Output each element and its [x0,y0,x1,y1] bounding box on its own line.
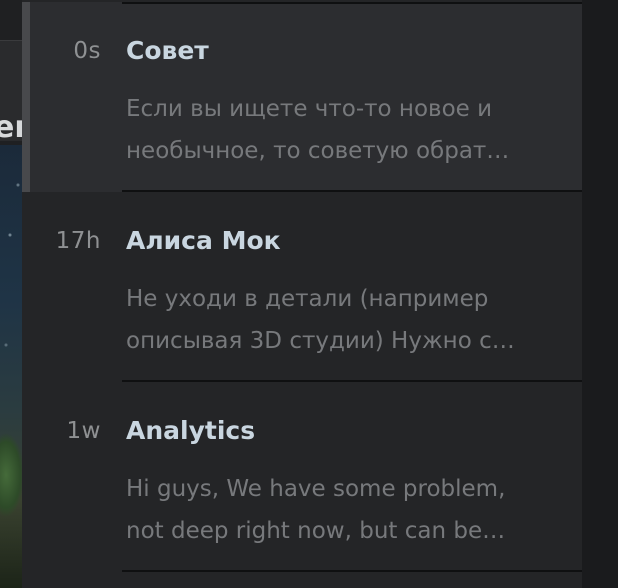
notification-preview: Не уходи в детали (например описывая 3D … [126,278,556,362]
notification-preview: Hi guys, We have some problem, not deep … [126,468,556,552]
preview-line: Не уходи в детали (например [126,286,489,312]
notification-panel: 0s Совет Если вы ищете что-то новое и не… [22,0,583,588]
notification-item[interactable]: 17h Алиса Мок Не уходи в детали (наприме… [22,192,582,382]
notification-item[interactable]: 1w Analytics Hi guys, We have some probl… [22,382,582,572]
preview-line: описывая 3D студии) Нужно с… [126,328,515,354]
notification-time: 1w [66,418,101,444]
notification-title: Analytics [126,416,256,445]
notification-time: 17h [55,228,101,254]
item-divider [122,2,582,4]
notification-item[interactable]: 0s Совет Если вы ищете что-то новое и не… [22,2,582,192]
notification-time: 0s [73,38,101,64]
preview-line: Если вы ищете что-то новое и [126,96,493,122]
item-divider [122,570,582,572]
preview-line: необычное, то советую обрат… [126,138,510,164]
notification-title: Алиса Мок [126,226,281,255]
screen: er 0s Совет Если вы ищете что-то новое и… [0,0,618,588]
preview-line: not deep right now, but can be… [126,518,506,544]
panel-edge-shadow [582,0,618,588]
preview-line: Hi guys, We have some problem, [126,476,506,502]
notification-preview: Если вы ищете что-то новое и необычное, … [126,88,556,172]
notification-title: Совет [126,36,209,65]
